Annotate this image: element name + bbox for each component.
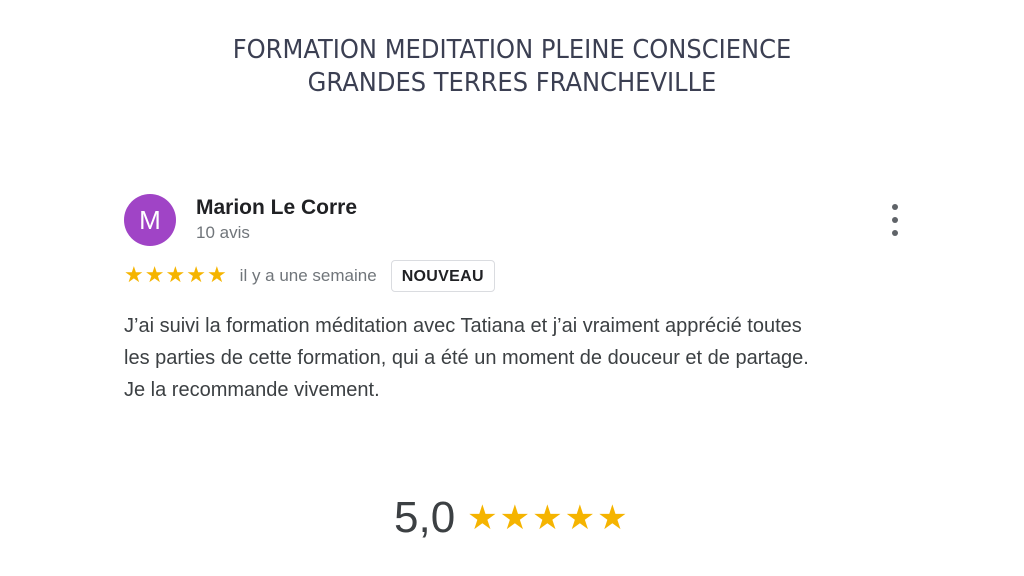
page-title-line-2: GRANDES TERRES FRANCHEVILLE [307,68,717,98]
review-text-line: Je la recommande vivement. [124,379,380,401]
star-icon: ★ [124,263,144,288]
star-icon: ★ [144,263,165,288]
review-text-line: les parties de cette formation, qui a ét… [124,347,809,369]
rating-summary: 5,0 ★ ★ ★ ★ ★ [394,490,630,546]
average-rating: 5,0 [394,493,456,542]
review-meta: ★ ★ ★ ★ ★ il y a une semaine NOUVEAU [124,260,495,292]
avatar[interactable]: M [124,194,176,246]
star-icon: ★ [532,498,563,538]
more-options-button[interactable] [884,204,906,236]
star-icon: ★ [186,263,206,288]
more-vertical-icon-dot [892,230,898,236]
more-vertical-icon-dot [892,217,898,223]
review-date: il y a une semaine [239,266,377,285]
review-card: M Marion Le Corre 10 avis ★ ★ ★ ★ ★ il y… [124,190,914,420]
summary-star-rating: ★ ★ ★ ★ ★ [467,498,629,538]
star-icon: ★ [165,263,186,288]
page-title-line-1: FORMATION MEDITATION PLEINE CONSCIENCE [232,35,792,65]
reviewer-review-count: 10 avis [196,223,250,242]
review-text-line: J’ai suivi la formation méditation avec … [124,315,802,337]
review-star-rating: ★ ★ ★ ★ ★ [124,264,228,288]
page-title: FORMATION MEDITATION PLEINE CONSCIENCE G… [36,34,988,100]
star-icon: ★ [564,498,596,538]
star-icon: ★ [597,498,628,538]
reviewer-name[interactable]: Marion Le Corre [196,196,357,220]
star-icon: ★ [467,498,498,538]
review-text: J’ai suivi la formation méditation avec … [124,310,914,406]
star-icon: ★ [206,263,227,288]
star-icon: ★ [499,498,531,538]
more-vertical-icon [892,204,898,210]
new-badge: NOUVEAU [390,260,495,292]
